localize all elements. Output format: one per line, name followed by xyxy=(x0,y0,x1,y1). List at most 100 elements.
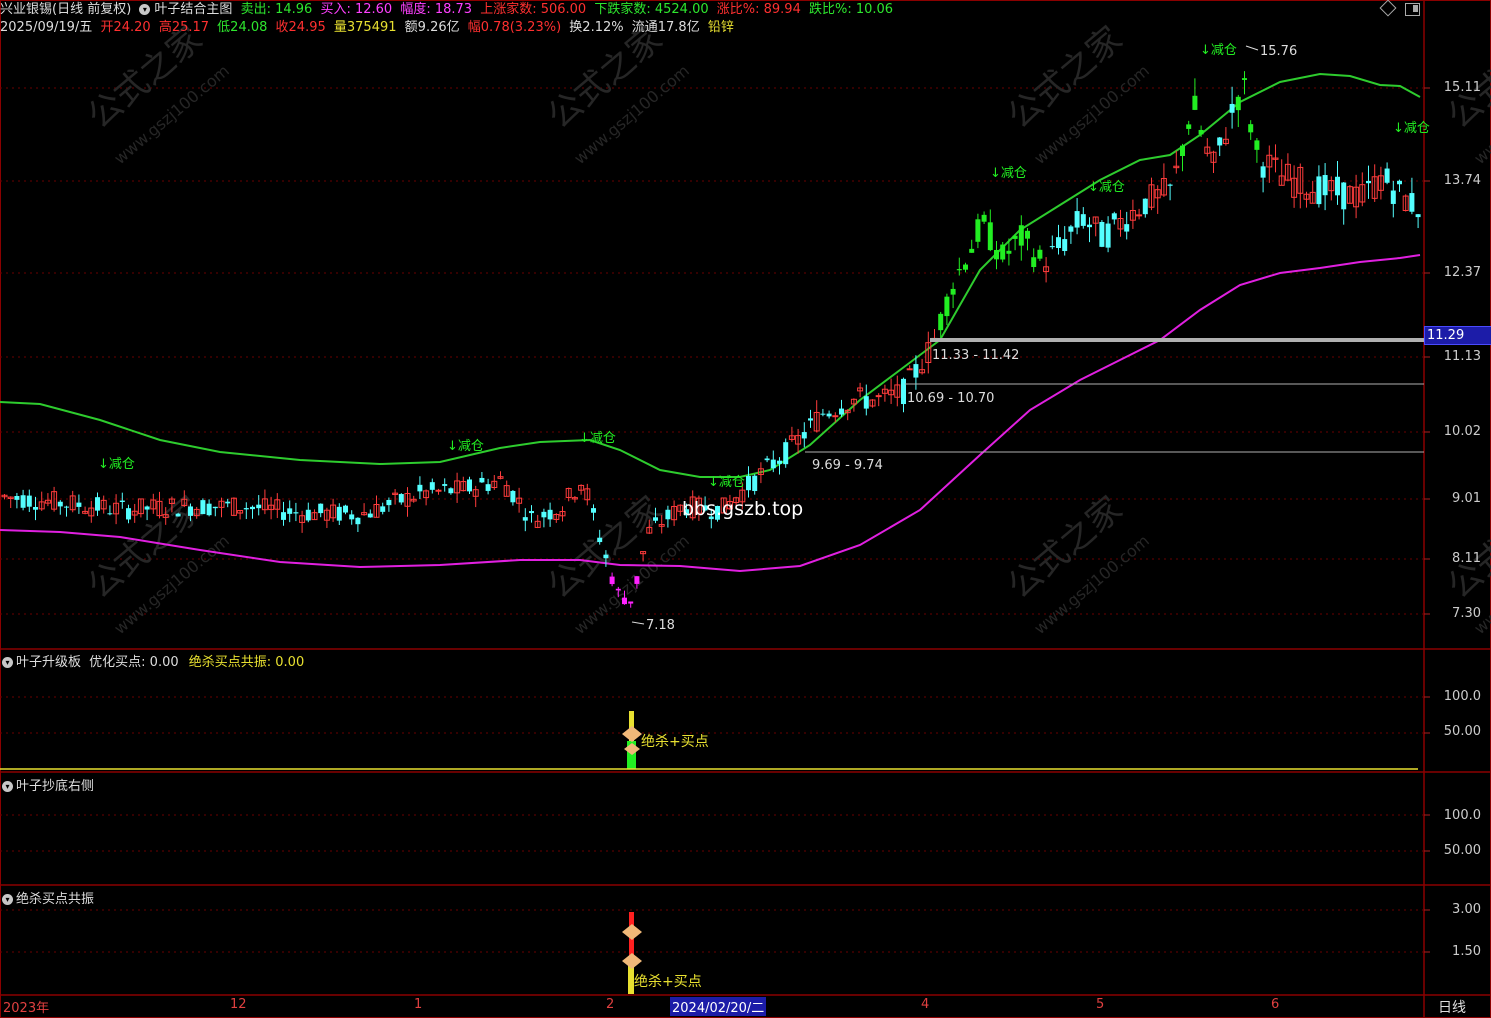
stock-name[interactable]: 兴业银锡(日线 前复权) xyxy=(0,2,131,17)
candle-body xyxy=(510,490,516,503)
cursor-date-label: 2024/02/20/二 xyxy=(670,997,767,1016)
dropdown-icon[interactable]: ▾ xyxy=(2,657,13,668)
low-mark-pointer xyxy=(631,621,645,625)
candle-body xyxy=(615,588,621,591)
candle-body xyxy=(963,264,968,270)
candle-body xyxy=(380,506,386,512)
chart-canvas[interactable]: 公式之家www.gszj100.com 公式之家www.gszj100.com 公式… xyxy=(0,0,1491,1018)
candle-body xyxy=(987,222,993,251)
candle-body xyxy=(628,601,634,604)
axis-tick: 12.37 xyxy=(1443,265,1481,280)
candle-body xyxy=(801,432,807,439)
sell-value: 卖出: 14.96 xyxy=(240,2,313,17)
candle-body xyxy=(1260,166,1266,178)
candle-body xyxy=(1229,103,1235,113)
header-line-2: 2025/09/19/五 开24.20 高25.17 低24.08 收24.95… xyxy=(0,19,738,37)
candle-body xyxy=(318,503,324,514)
candle-body xyxy=(901,378,906,405)
x-label: 6 xyxy=(1271,997,1280,1012)
candle-body xyxy=(1186,124,1192,129)
candle-body xyxy=(1180,145,1185,157)
zone-label: 9.69 - 9.74 xyxy=(812,458,883,473)
candle-body xyxy=(14,496,20,500)
watermark: 公式之家 xyxy=(540,489,670,607)
candle-body xyxy=(26,495,32,507)
candle-body xyxy=(913,364,919,378)
candle-body xyxy=(20,495,26,508)
candle-body xyxy=(429,482,435,490)
panel3-title[interactable]: ▾ 绝杀买点共振 xyxy=(2,888,94,907)
candle-body xyxy=(95,497,100,511)
candle-body xyxy=(839,408,844,415)
candle-body xyxy=(622,597,627,605)
sector-value[interactable]: 铅锌 xyxy=(708,20,734,35)
close-value: 收24.95 xyxy=(275,20,326,35)
x-label: 12 xyxy=(230,997,247,1012)
candle-body xyxy=(1025,230,1030,239)
current-price-badge: 11.29 xyxy=(1424,326,1491,345)
x-label: 1 xyxy=(414,997,423,1012)
candle-body xyxy=(1235,96,1241,111)
reduce-signal: ↓减仓 xyxy=(1200,43,1237,58)
candle-body xyxy=(1099,221,1105,247)
axis-tick: 100.0 xyxy=(1443,689,1481,704)
up-count-value: 上涨家数: 506.00 xyxy=(480,2,587,17)
indicator-name[interactable]: 叶子结合主图 xyxy=(154,2,232,17)
candle-body xyxy=(832,415,839,418)
panel2-title[interactable]: ▾ 叶子抄底右侧 xyxy=(2,775,94,794)
amplitude-value: 幅度: 18.73 xyxy=(400,2,473,17)
candle-body xyxy=(1006,250,1012,254)
candle-body xyxy=(981,214,987,222)
high-mark-label: 15.76 xyxy=(1260,44,1297,59)
candle-body xyxy=(906,368,913,371)
dropdown-icon[interactable]: ▾ xyxy=(139,4,151,15)
period-button[interactable]: 日线 xyxy=(1438,997,1466,1017)
candle-body xyxy=(305,509,311,521)
candle-body xyxy=(1198,129,1204,135)
candle-body xyxy=(950,288,956,295)
candle-body xyxy=(1167,184,1173,186)
candle-body xyxy=(343,505,348,513)
candle-body xyxy=(777,460,782,464)
axis-tick: 15.11 xyxy=(1443,80,1481,95)
axis-tick: 3.00 xyxy=(1452,902,1481,917)
axis-tick: 13.74 xyxy=(1443,173,1481,188)
low-mark-label: 7.18 xyxy=(646,618,675,633)
url-watermark: bbs.gszb.top xyxy=(682,498,803,520)
candle-body xyxy=(485,484,491,491)
candle-body xyxy=(64,506,69,508)
watermark: 公式之家 xyxy=(1000,489,1130,607)
candle-body xyxy=(367,513,373,518)
date-value: 2025/09/19/五 xyxy=(0,20,93,35)
candle-body xyxy=(243,508,249,510)
x-label: 4 xyxy=(921,997,930,1012)
buy-diamond xyxy=(622,924,642,940)
candle-body xyxy=(206,503,212,516)
candle-body xyxy=(417,484,423,492)
candle-body xyxy=(1136,214,1143,217)
watermark: 公式之家 xyxy=(1440,19,1491,137)
candle-body xyxy=(1056,237,1061,248)
open-value: 开24.20 xyxy=(100,20,151,35)
dropdown-icon[interactable]: ▾ xyxy=(2,894,13,905)
candle-body xyxy=(1254,140,1260,150)
candle-body xyxy=(1124,224,1130,232)
amount-value: 额9.26亿 xyxy=(404,20,460,35)
candle-body xyxy=(355,517,361,525)
candle-body xyxy=(1248,124,1254,133)
candle-body xyxy=(1341,182,1347,210)
candle-body xyxy=(529,511,534,514)
dropdown-icon[interactable]: ▾ xyxy=(2,781,13,792)
candle-body xyxy=(1217,137,1223,146)
down-ratio-value: 跌比%: 10.06 xyxy=(809,2,894,17)
panel1-title[interactable]: ▾ 叶子升级板 优化买点: 0.00 绝杀买点共振: 0.00 xyxy=(2,651,304,670)
candle-body xyxy=(547,509,553,520)
window-icon[interactable] xyxy=(1405,3,1420,16)
x-label: 2023年 xyxy=(3,1001,50,1016)
candle-body xyxy=(1192,95,1198,110)
low-value: 低24.08 xyxy=(217,20,268,35)
zone-label: 10.69 - 10.70 xyxy=(907,391,994,406)
axis-tick: 50.00 xyxy=(1443,843,1481,858)
axis-tick: 11.13 xyxy=(1443,349,1481,364)
candle-body xyxy=(783,442,789,465)
